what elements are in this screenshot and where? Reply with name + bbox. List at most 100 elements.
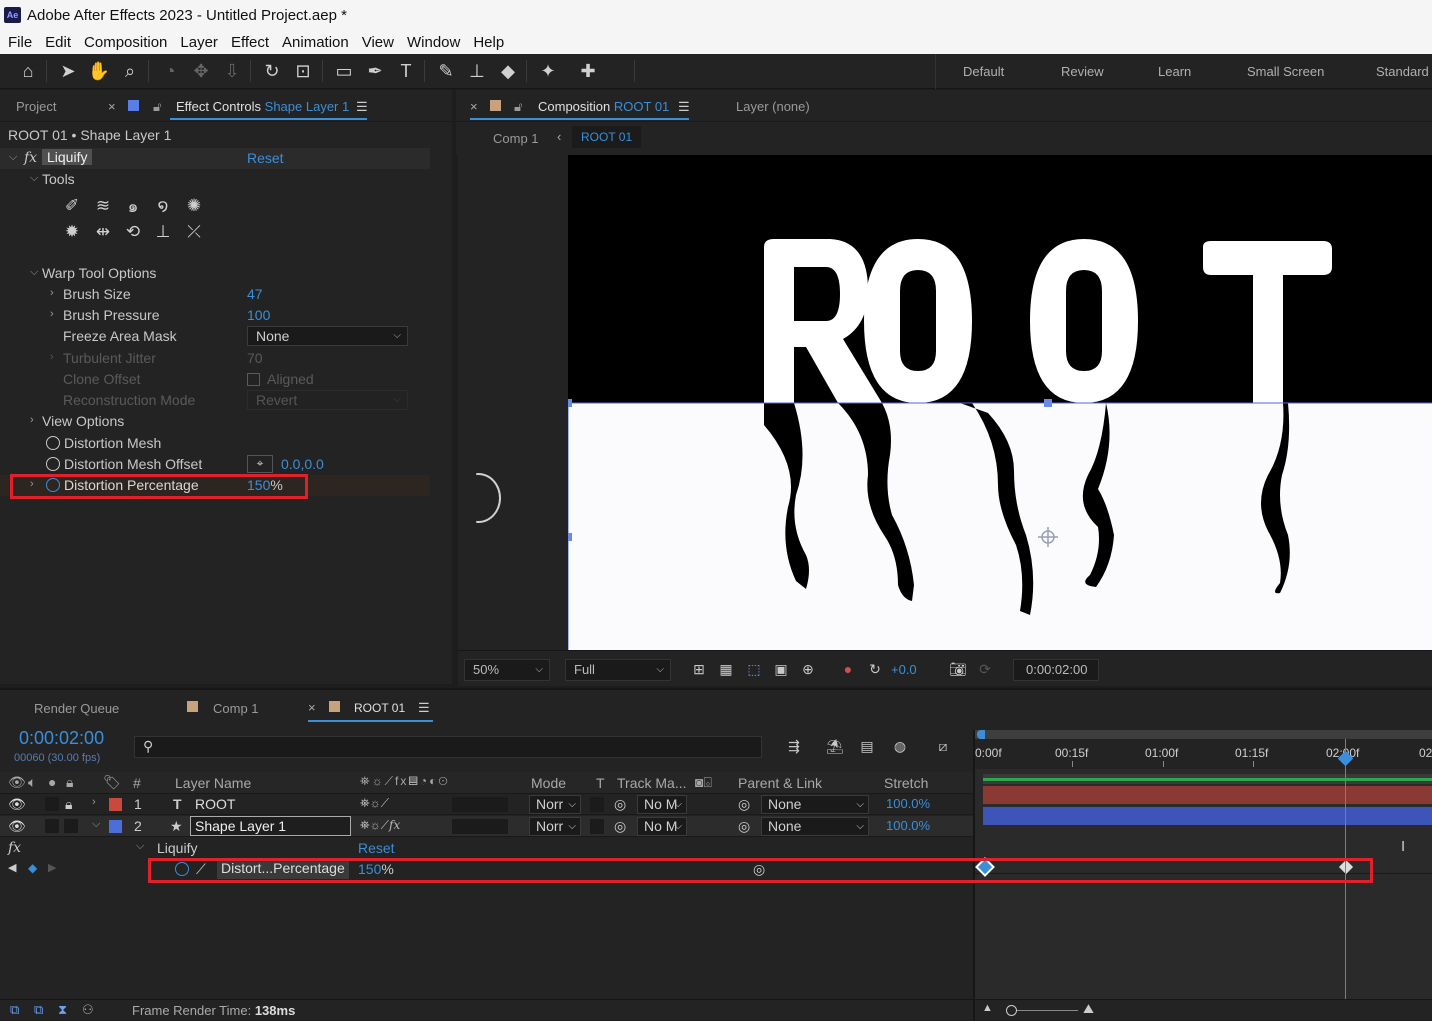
bloat-tool-icon[interactable]: ✹ bbox=[60, 221, 84, 243]
track-matte-dropdown[interactable]: No M ⌵ bbox=[637, 795, 687, 814]
comp-mini-flowchart-icon[interactable]: ⇶ bbox=[785, 738, 803, 754]
reset-exposure-icon[interactable]: ↻ bbox=[866, 661, 884, 677]
brush-tool-icon[interactable]: ✎ bbox=[434, 60, 458, 82]
pen-tool-icon[interactable]: ✒ bbox=[363, 60, 387, 82]
clone-tool-icon[interactable]: ⊥ bbox=[151, 221, 175, 243]
zoom-slider-thumb[interactable] bbox=[1006, 1005, 1017, 1016]
menu-view[interactable]: View bbox=[362, 34, 394, 51]
zoom-slider[interactable] bbox=[1008, 1010, 1078, 1011]
rotation-tool-icon[interactable]: ↻ bbox=[260, 60, 284, 82]
parent-dropdown[interactable]: None ⌵ bbox=[761, 795, 869, 814]
mesh-offset-value[interactable]: 0.0,0.0 bbox=[281, 456, 324, 472]
layer-row-2[interactable]: 👁︎ ⌵ 2 ★ Shape Layer 1 ⛯☼⟋fx Norr ⌵ ◎ No … bbox=[0, 816, 975, 837]
rectangle-tool-icon[interactable]: ▭ bbox=[332, 60, 356, 82]
expand-chevron-icon[interactable]: ⌵ bbox=[92, 818, 100, 831]
graph-editor-icon[interactable]: ⧄ bbox=[934, 738, 952, 754]
resolution-dropdown[interactable]: Full ⌵ bbox=[565, 659, 671, 681]
reconstruction-tool-icon[interactable]: ⤫ bbox=[182, 221, 206, 243]
layer-lock-icon[interactable]: 🔒︎ bbox=[65, 796, 72, 813]
visibility-eye-icon[interactable]: 👁︎ bbox=[8, 818, 26, 835]
tab-project[interactable]: Project bbox=[16, 99, 56, 114]
transparency-grid-icon[interactable]: ▦ bbox=[717, 661, 735, 677]
tab-layer[interactable]: Layer (none) bbox=[736, 99, 810, 114]
expand-transfer-controls-icon[interactable]: ⧉ bbox=[34, 1002, 43, 1018]
view-options-group[interactable]: › View Options bbox=[0, 411, 430, 432]
parent-pickwhip-icon[interactable]: ◎ bbox=[738, 796, 750, 813]
brush-size-value[interactable]: 47 bbox=[247, 286, 263, 302]
workspace-review[interactable]: Review bbox=[1061, 64, 1104, 79]
expand-chevron-icon[interactable]: › bbox=[92, 796, 96, 808]
mask-visibility-icon[interactable]: ⬚ bbox=[745, 661, 763, 677]
fx-icon[interactable]: fx bbox=[8, 840, 21, 856]
close-tab-icon[interactable]: × bbox=[308, 700, 316, 715]
chevron-left-icon[interactable]: ‹ bbox=[557, 129, 561, 144]
tab-effect-controls[interactable]: Effect Controls Shape Layer 1 bbox=[176, 99, 349, 114]
workspace-learn[interactable]: Learn bbox=[1158, 64, 1191, 79]
menu-effect[interactable]: Effect bbox=[231, 34, 269, 51]
layer-name-header[interactable]: Layer Name bbox=[175, 775, 251, 791]
expand-in-out-icon[interactable]: ⧗ bbox=[58, 1002, 67, 1018]
layer-row-1[interactable]: 👁︎ 🔒︎ › 1 T ROOT ⛯☼⟋ Norr ⌵ ◎ No M ⌵ ◎ Non… bbox=[0, 794, 975, 815]
tab-composition[interactable]: Composition ROOT 01 bbox=[538, 99, 669, 114]
shift-pixels-tool-icon[interactable]: ⇹ bbox=[91, 221, 115, 243]
warp-tool-options-group[interactable]: ⌵ Warp Tool Options bbox=[0, 263, 430, 284]
magnification-dropdown[interactable]: 50% ⌵ bbox=[464, 659, 550, 681]
lock-icon[interactable]: 🔓︎ bbox=[153, 99, 161, 115]
subtab-root01[interactable]: ROOT 01 bbox=[572, 126, 642, 148]
layer-switches-icons[interactable]: ⛯☼⟋fx bbox=[360, 818, 400, 833]
show-snapshot-icon[interactable]: ⟳ bbox=[976, 661, 994, 677]
timeline-search-input[interactable]: ⚲ bbox=[134, 736, 762, 758]
pickwhip-icon[interactable]: ◎ bbox=[614, 796, 626, 813]
menu-animation[interactable]: Animation bbox=[282, 34, 349, 51]
roto-brush-tool-icon[interactable]: ✦ bbox=[536, 60, 560, 82]
selection-tool-icon[interactable]: ➤ bbox=[56, 60, 80, 82]
render-time-icon[interactable]: ⚇ bbox=[82, 1002, 94, 1018]
tools-group[interactable]: ⌵ Tools bbox=[0, 169, 430, 190]
composition-viewer[interactable] bbox=[458, 155, 1432, 650]
close-tab-icon[interactable]: × bbox=[470, 99, 478, 114]
blend-mode-dropdown[interactable]: Norr ⌵ bbox=[529, 795, 581, 814]
comp-canvas[interactable] bbox=[568, 155, 1432, 650]
zoom-tool-icon[interactable]: ⌕ bbox=[118, 60, 142, 82]
layer-name[interactable]: ROOT bbox=[195, 796, 235, 812]
close-tab-icon[interactable]: × bbox=[108, 99, 116, 114]
eraser-tool-icon[interactable]: ◆ bbox=[496, 60, 520, 82]
fast-previews-icon[interactable]: ⊞ bbox=[690, 661, 708, 677]
time-ruler[interactable]: 0:00f 00:15f 01:00f 01:15f 02:00f 02 bbox=[975, 739, 1432, 769]
viewer-timecode[interactable]: 0:00:02:00 bbox=[1013, 659, 1099, 681]
stretch-value[interactable]: 100.0% bbox=[886, 796, 930, 811]
menu-composition[interactable]: Composition bbox=[84, 34, 167, 51]
twirl-cw-tool-icon[interactable]: ๑ bbox=[121, 195, 145, 217]
lock-icon[interactable]: 🔓︎ bbox=[514, 99, 522, 115]
grid-guides-icon[interactable]: ⊕ bbox=[799, 661, 817, 677]
layer-2-bar[interactable] bbox=[983, 807, 1432, 825]
turbulence-tool-icon[interactable]: ≋ bbox=[91, 195, 115, 217]
menu-file[interactable]: File bbox=[8, 34, 32, 51]
reset-link[interactable]: Reset bbox=[247, 150, 284, 166]
stopwatch-icon[interactable] bbox=[46, 457, 60, 471]
panel-menu-icon[interactable]: ☰ bbox=[356, 99, 368, 115]
parent-pickwhip-icon[interactable]: ◎ bbox=[738, 818, 750, 835]
twirl-ccw-tool-icon[interactable]: ໑ bbox=[151, 195, 175, 217]
add-keyframe-icon[interactable]: ◆ bbox=[28, 861, 37, 875]
channel-icon[interactable]: ● bbox=[839, 661, 857, 677]
brush-pressure-value[interactable]: 100 bbox=[247, 307, 270, 323]
tab-render-queue[interactable]: Render Queue bbox=[34, 701, 119, 716]
fx-icon[interactable]: fx bbox=[24, 150, 37, 166]
hand-tool-icon[interactable]: ✋ bbox=[87, 60, 111, 82]
menu-help[interactable]: Help bbox=[473, 34, 504, 51]
zoom-out-icon[interactable]: ▲ bbox=[982, 1002, 993, 1014]
expand-layer-switches-icon[interactable]: ⧉ bbox=[10, 1002, 19, 1018]
zoom-in-icon[interactable]: ⛰ bbox=[1083, 1001, 1094, 1017]
pan-behind-tool-icon[interactable]: ⊡ bbox=[291, 60, 315, 82]
clone-stamp-tool-icon[interactable]: ⊥ bbox=[465, 60, 489, 82]
label-color-swatch[interactable] bbox=[109, 798, 122, 811]
reset-link[interactable]: Reset bbox=[358, 840, 395, 856]
home-icon[interactable]: ⌂ bbox=[16, 60, 40, 82]
draft-3d-icon[interactable]: ⛱ bbox=[826, 738, 844, 754]
parent-dropdown[interactable]: None ⌵ bbox=[761, 817, 869, 836]
tab-root01[interactable]: ROOT 01 bbox=[354, 701, 405, 715]
warp-tool-icon[interactable]: ✐ bbox=[60, 195, 84, 217]
freeze-area-mask-dropdown[interactable]: None ⌵ bbox=[247, 326, 408, 346]
pucker-tool-icon[interactable]: ✺ bbox=[182, 195, 206, 217]
